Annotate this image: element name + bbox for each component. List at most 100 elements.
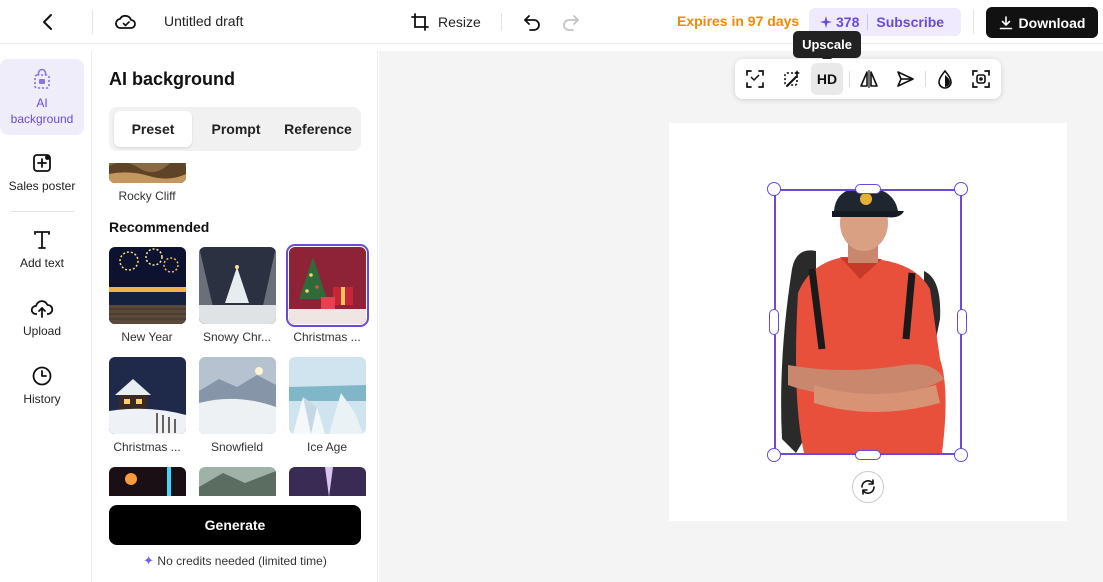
toolbar-divider: [849, 71, 850, 87]
header-divider: [973, 10, 974, 34]
preset-thumb-christmas-gifts[interactable]: [286, 244, 369, 327]
preset-thumb-snowy-christmas[interactable]: [199, 247, 276, 324]
back-button[interactable]: [36, 10, 60, 34]
selection-box: [774, 189, 962, 455]
cloud-sync-button[interactable]: [113, 9, 139, 35]
rail-label: AI: [36, 96, 48, 110]
tab-prompt[interactable]: Prompt: [196, 111, 276, 147]
resize-handle-bottom-right[interactable]: [954, 448, 968, 462]
rail-divider: [10, 211, 74, 212]
generate-button[interactable]: Generate: [109, 505, 361, 545]
preset-label: Christmas ...: [113, 440, 181, 454]
resize-handle-bottom-left[interactable]: [767, 448, 781, 462]
preset-thumb-ice-age[interactable]: [289, 357, 366, 434]
panel-title: AI background: [109, 69, 236, 89]
toolbar-divider: [925, 71, 926, 87]
drop-icon: [938, 69, 952, 89]
editor-canvas[interactable]: Upscale HD: [379, 31, 1103, 582]
resize-handle-top-left[interactable]: [767, 182, 781, 196]
download-button[interactable]: Download: [986, 7, 1098, 38]
opacity-button[interactable]: [929, 63, 961, 95]
mountain-lake-image: [199, 467, 276, 496]
christmas-gifts-image: [289, 247, 366, 324]
credits-value: 378: [836, 14, 860, 30]
preset-thumb-mountain-lake[interactable]: [199, 467, 276, 496]
magic-erase-icon: [784, 70, 800, 87]
redo-icon: [563, 15, 579, 31]
header-divider: [92, 10, 93, 34]
undo-button[interactable]: [520, 10, 544, 34]
flip-button[interactable]: [853, 63, 885, 95]
panel-tabs: Preset Prompt Reference: [109, 107, 361, 151]
ai-background-icon: [34, 68, 50, 89]
preset-list[interactable]: Rocky Cliff Recommended New Year Snowy C…: [93, 163, 378, 496]
redo-button[interactable]: [559, 10, 583, 34]
rail-label: Upload: [22, 324, 62, 338]
preset-thumb-christmas-cabin[interactable]: [109, 357, 186, 434]
rotate-button[interactable]: [852, 471, 884, 503]
flip-icon: [860, 70, 878, 88]
download-icon: [999, 15, 1012, 29]
resize-handle-bottom[interactable]: [855, 450, 881, 460]
resize-handle-top[interactable]: [855, 184, 881, 194]
resize-frame-icon: [746, 70, 764, 88]
cloud-sync-icon: [115, 14, 136, 29]
credits-count: 378: [809, 14, 867, 30]
preset-thumb-galaxy[interactable]: [289, 467, 366, 496]
resize-icon: [411, 13, 429, 31]
expiry-notice: Expires in 97 days: [677, 13, 800, 29]
resize-handle-left[interactable]: [769, 309, 779, 335]
send-button[interactable]: [889, 63, 921, 95]
tab-reference[interactable]: Reference: [278, 111, 358, 147]
focus-button[interactable]: [965, 63, 997, 95]
hd-upscale-button[interactable]: HD: [811, 63, 843, 95]
snowy-christmas-image: [199, 247, 276, 324]
preset-thumb-city-night[interactable]: [109, 467, 186, 496]
credits-note: ✦ No credits needed (limited time): [109, 553, 361, 569]
rail-item-add-text[interactable]: Add text: [0, 229, 84, 271]
send-icon: [897, 71, 914, 87]
top-bar: Untitled draft Resize Expires in 97 days…: [0, 0, 1103, 44]
christmas-cabin-image: [109, 357, 186, 434]
preset-label: Snowfield: [210, 440, 264, 454]
resize-button[interactable]: Resize: [410, 10, 481, 34]
focus-icon: [972, 70, 990, 88]
preset-thumb-snowfield[interactable]: [199, 357, 276, 434]
preset-label: Rocky Cliff: [118, 189, 176, 203]
rotate-icon: [861, 479, 875, 495]
crop-resize-button[interactable]: [739, 63, 771, 95]
upload-icon: [30, 300, 54, 318]
left-rail: AI background Sales poster Add text Uplo…: [0, 51, 92, 582]
credits-note-text: No credits needed (limited time): [157, 554, 327, 568]
document-title[interactable]: Untitled draft: [164, 13, 243, 29]
text-icon: [34, 231, 50, 249]
resize-handle-right[interactable]: [957, 309, 967, 335]
undo-icon: [524, 15, 540, 31]
tab-preset[interactable]: Preset: [114, 111, 192, 147]
rail-label: History: [23, 392, 61, 406]
header-divider: [501, 13, 502, 31]
snowfield-image: [199, 357, 276, 434]
magic-erase-button[interactable]: [775, 63, 807, 95]
preset-thumb-new-year[interactable]: [109, 247, 186, 324]
preset-label: New Year: [121, 330, 173, 344]
rail-item-sales-poster[interactable]: Sales poster: [0, 152, 84, 194]
resize-handle-top-right[interactable]: [954, 182, 968, 196]
upscale-tooltip: Upscale: [793, 31, 861, 63]
rail-label: background: [10, 112, 74, 126]
section-recommended: Recommended: [109, 219, 210, 235]
rail-item-history[interactable]: History: [0, 365, 84, 407]
subscribe-link[interactable]: Subscribe: [868, 14, 944, 30]
new-year-fireworks-image: [109, 247, 186, 324]
sales-poster-icon: [33, 154, 51, 172]
galaxy-image: [289, 467, 366, 496]
preset-label: Ice Age: [306, 440, 348, 454]
preset-label: Christmas ...: [293, 330, 361, 344]
rail-item-upload[interactable]: Upload: [0, 297, 84, 339]
preset-label: Snowy Chr...: [202, 330, 272, 344]
sparkle-icon: ✦: [143, 553, 155, 568]
preset-thumb-rocky-cliff[interactable]: [109, 163, 186, 183]
sparkle-icon: [820, 16, 832, 28]
rail-item-ai-background[interactable]: AI background: [0, 59, 84, 135]
download-label: Download: [1018, 14, 1086, 31]
